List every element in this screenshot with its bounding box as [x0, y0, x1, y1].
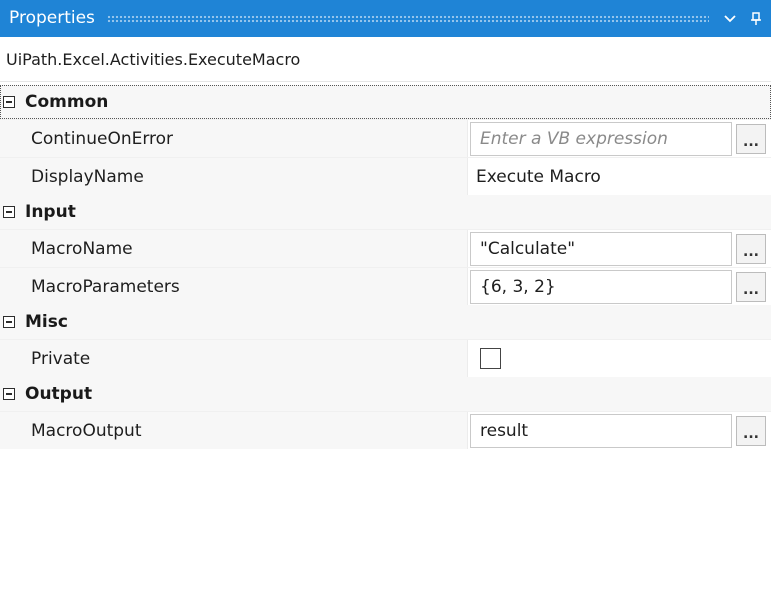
property-grid: Common ContinueOnError Enter a VB expres…: [0, 85, 771, 449]
continueonerror-input[interactable]: Enter a VB expression: [470, 121, 732, 156]
property-name: MacroName: [21, 230, 468, 267]
collapse-icon[interactable]: [3, 206, 15, 218]
property-row-macrooutput: MacroOutput result ...: [0, 411, 771, 449]
continueonerror-ellipsis-button[interactable]: ...: [736, 123, 766, 154]
properties-panel: Properties UiPath.Excel.Activities.Execu…: [0, 0, 771, 612]
collapse-icon[interactable]: [3, 96, 15, 108]
private-checkbox[interactable]: [480, 348, 501, 369]
category-label: Common: [25, 92, 109, 112]
property-name: ContinueOnError: [21, 120, 468, 157]
macroname-ellipsis-button[interactable]: ...: [736, 233, 766, 264]
panel-titlebar[interactable]: Properties: [0, 0, 771, 37]
chevron-down-icon[interactable]: [719, 8, 741, 30]
property-row-continueonerror: ContinueOnError Enter a VB expression ..…: [0, 119, 771, 157]
property-row-private: Private: [0, 339, 771, 377]
panel-title: Properties: [9, 8, 95, 28]
macroname-input[interactable]: "Calculate": [470, 231, 732, 266]
drag-grip[interactable]: [106, 14, 709, 23]
pin-icon[interactable]: [745, 8, 767, 30]
category-common[interactable]: Common: [0, 85, 771, 119]
macrooutput-input[interactable]: result: [470, 413, 732, 448]
category-label: Input: [25, 202, 76, 222]
macrooutput-ellipsis-button[interactable]: ...: [736, 415, 766, 446]
property-name: MacroOutput: [21, 412, 468, 449]
property-name: MacroParameters: [21, 268, 468, 305]
property-row-macroname: MacroName "Calculate" ...: [0, 229, 771, 267]
category-output[interactable]: Output: [0, 377, 771, 411]
macroparameters-ellipsis-button[interactable]: ...: [736, 271, 766, 302]
category-label: Misc: [25, 312, 68, 332]
property-name: DisplayName: [21, 158, 468, 195]
displayname-input[interactable]: Execute Macro: [470, 167, 601, 187]
activity-type-label: UiPath.Excel.Activities.ExecuteMacro: [0, 37, 771, 82]
macroparameters-input[interactable]: {6, 3, 2}: [470, 269, 732, 304]
property-row-displayname: DisplayName Execute Macro: [0, 157, 771, 195]
collapse-icon[interactable]: [3, 388, 15, 400]
property-name: Private: [21, 340, 468, 377]
collapse-icon[interactable]: [3, 316, 15, 328]
category-label: Output: [25, 384, 93, 404]
category-input[interactable]: Input: [0, 195, 771, 229]
category-misc[interactable]: Misc: [0, 305, 771, 339]
property-row-macroparameters: MacroParameters {6, 3, 2} ...: [0, 267, 771, 305]
